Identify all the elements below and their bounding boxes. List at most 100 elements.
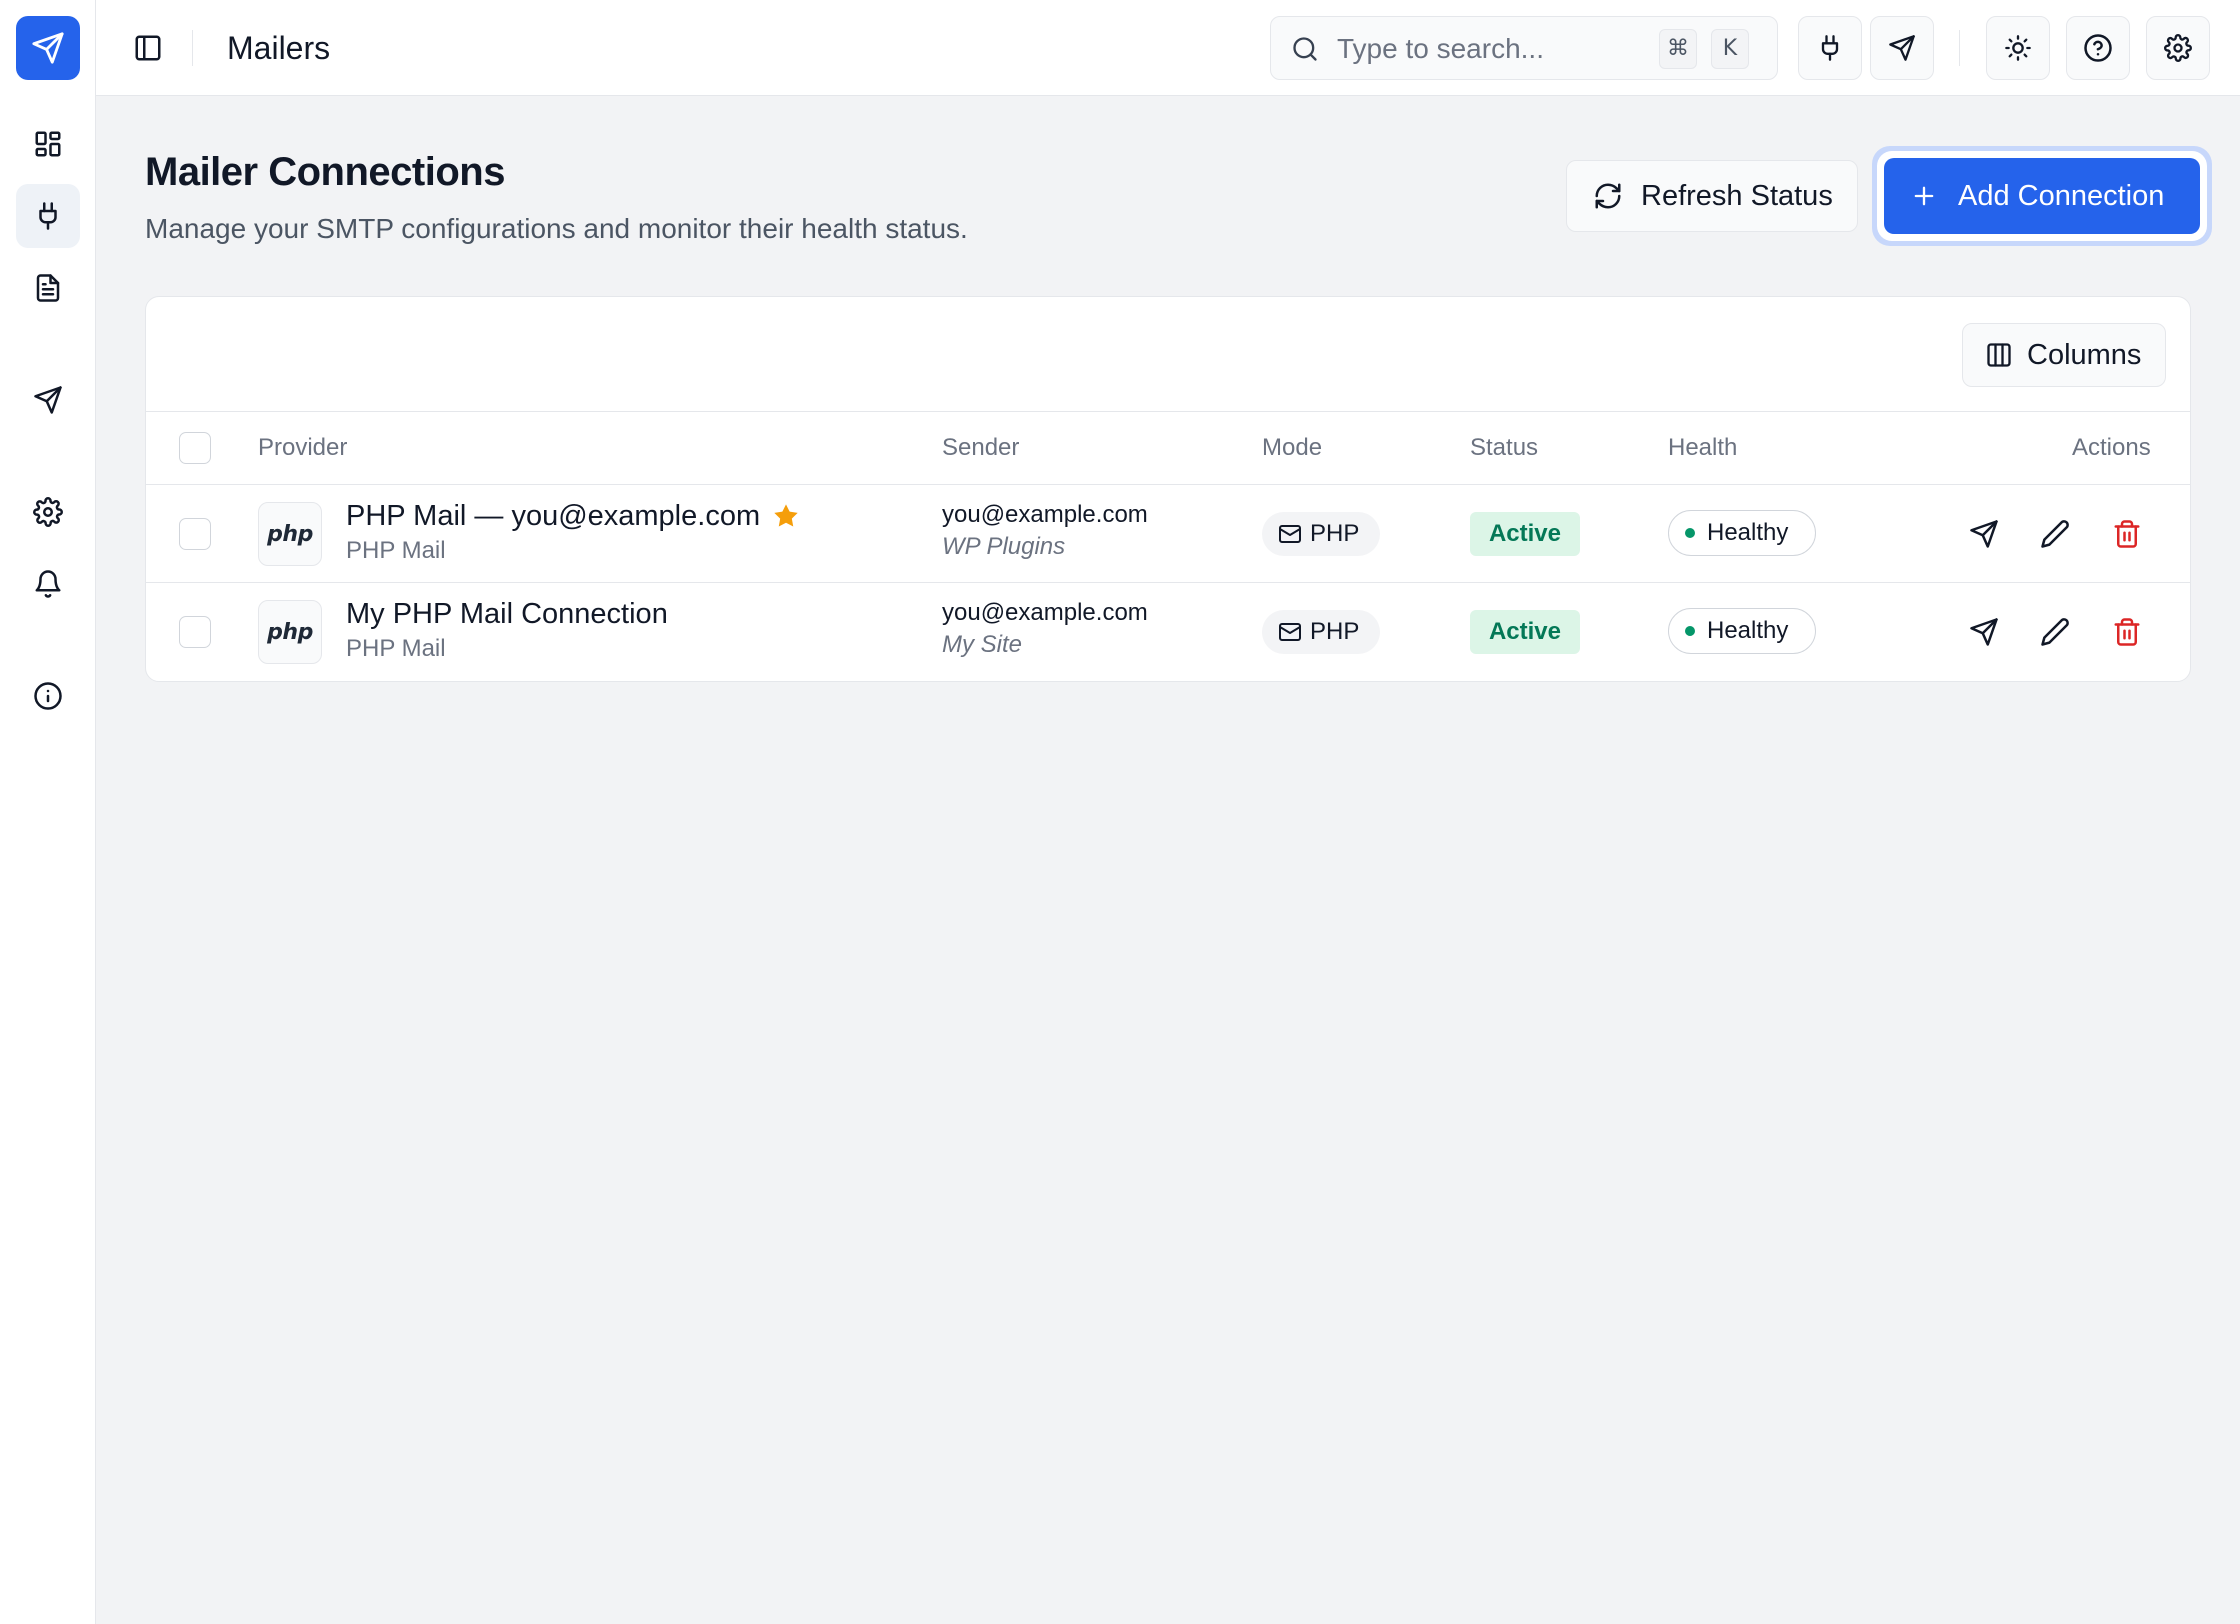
mail-icon <box>1279 525 1301 543</box>
mode-badge: PHP <box>1262 512 1380 556</box>
send-icon <box>32 32 64 64</box>
plug-icon <box>39 202 57 230</box>
bell-icon <box>35 570 61 598</box>
dashboard-icon <box>35 131 61 157</box>
page-title: Mailers <box>227 30 331 66</box>
send-test-email-button[interactable] <box>1964 514 2004 554</box>
sender-site: My Site <box>942 631 1023 658</box>
refresh-status-button[interactable]: Refresh Status <box>1566 160 1858 232</box>
provider-name[interactable]: My PHP Mail Connection <box>346 597 668 631</box>
settings-button[interactable] <box>2146 16 2210 80</box>
sidebar-item-dashboard[interactable] <box>16 112 80 176</box>
edit-button[interactable] <box>2035 514 2075 554</box>
status-badge: Active <box>1470 512 1580 556</box>
star-icon <box>774 504 798 527</box>
provider-type: PHP Mail <box>346 537 446 564</box>
sidebar-toggle-button[interactable] <box>128 28 168 68</box>
health-label: Healthy <box>1707 617 1789 644</box>
provider-name[interactable]: PHP Mail — you@example.com <box>346 499 800 533</box>
mail-icon <box>1279 623 1301 641</box>
sun-icon <box>2005 35 2031 61</box>
connections-table-card: Columns Provider Sender Mode Status Heal… <box>145 296 2191 682</box>
delete-button[interactable] <box>2107 612 2147 652</box>
divider <box>1959 30 1960 66</box>
send-icon <box>1970 618 1998 646</box>
app-logo[interactable] <box>16 16 80 80</box>
columns-icon <box>1987 343 2011 367</box>
trash-icon <box>2114 520 2140 548</box>
mode-badge: PHP <box>1262 610 1380 654</box>
php-logo: php <box>258 502 322 566</box>
plug-icon <box>1821 35 1839 61</box>
row-checkbox[interactable] <box>179 518 211 550</box>
search-icon <box>1293 37 1317 61</box>
sidebar-item-notifications[interactable] <box>16 552 80 616</box>
help-button[interactable] <box>2066 16 2130 80</box>
table-row[interactable]: php PHP Mail — you@example.com PHP Mail … <box>146 485 2190 583</box>
shortcut-key-k: K <box>1711 29 1749 69</box>
document-icon <box>36 274 60 302</box>
section-title: Mailer Connections <box>145 150 505 194</box>
edit-button[interactable] <box>2035 612 2075 652</box>
send-test-button[interactable] <box>1870 16 1934 80</box>
search-placeholder: Type to search... <box>1337 33 1544 64</box>
columns-button[interactable]: Columns <box>1962 323 2166 387</box>
column-header-sender[interactable]: Sender <box>942 434 1019 462</box>
health-dot <box>1685 528 1695 538</box>
top-bar: Mailers Type to search... ⌘ K <box>96 0 2240 96</box>
connections-button[interactable] <box>1798 16 1862 80</box>
health-label: Healthy <box>1707 519 1789 546</box>
sidebar-item-connections[interactable] <box>16 184 80 248</box>
sidebar <box>0 0 96 1624</box>
mode-label: PHP <box>1310 618 1360 645</box>
sender-site: WP Plugins <box>942 533 1066 560</box>
trash-icon <box>2114 618 2140 646</box>
shortcut-key-cmd: ⌘ <box>1659 29 1697 69</box>
table-header: Provider Sender Mode Status Health Actio… <box>146 411 2190 485</box>
health-badge: Healthy <box>1668 510 1816 556</box>
pencil-icon <box>2041 618 2069 646</box>
sender-email: you@example.com <box>942 501 1148 528</box>
divider <box>192 30 193 66</box>
column-header-mode[interactable]: Mode <box>1262 434 1322 462</box>
gear-icon <box>33 497 63 527</box>
column-header-actions: Actions <box>2072 434 2151 461</box>
gear-icon <box>2164 34 2192 62</box>
send-icon <box>1970 520 1998 548</box>
help-icon <box>2084 34 2112 62</box>
health-badge: Healthy <box>1668 608 1816 654</box>
sidebar-item-send-test[interactable] <box>16 368 80 432</box>
health-dot <box>1685 626 1695 636</box>
add-connection-button[interactable]: Add Connection <box>1884 158 2200 234</box>
provider-name-text: My PHP Mail Connection <box>346 598 668 630</box>
columns-label: Columns <box>2027 338 2142 371</box>
column-header-provider[interactable]: Provider <box>258 434 347 462</box>
column-header-health[interactable]: Health <box>1668 434 1737 462</box>
section-subtitle: Manage your SMTP configurations and moni… <box>145 213 968 244</box>
row-checkbox[interactable] <box>179 616 211 648</box>
send-icon <box>34 386 62 414</box>
pencil-icon <box>2041 520 2069 548</box>
plus-icon <box>1914 186 1934 206</box>
table-row[interactable]: php My PHP Mail Connection PHP Mail you@… <box>146 583 2190 681</box>
search-input[interactable]: Type to search... ⌘ K <box>1270 16 1778 80</box>
add-connection-label: Add Connection <box>1958 179 2165 212</box>
provider-type: PHP Mail <box>346 635 446 662</box>
refresh-icon <box>1595 183 1621 209</box>
status-badge: Active <box>1470 610 1580 654</box>
delete-button[interactable] <box>2107 514 2147 554</box>
theme-toggle-button[interactable] <box>1986 16 2050 80</box>
sidebar-item-settings[interactable] <box>16 480 80 544</box>
refresh-status-label: Refresh Status <box>1641 179 1833 212</box>
send-icon <box>1889 35 1915 61</box>
mode-label: PHP <box>1310 520 1360 547</box>
column-header-status[interactable]: Status <box>1470 434 1538 462</box>
php-logo: php <box>258 600 322 664</box>
panel-left-icon <box>135 35 161 61</box>
sidebar-item-about[interactable] <box>16 664 80 728</box>
sender-email: you@example.com <box>942 599 1148 626</box>
send-test-email-button[interactable] <box>1964 612 2004 652</box>
select-all-checkbox[interactable] <box>179 432 211 464</box>
sidebar-item-logs[interactable] <box>16 256 80 320</box>
provider-name-text: PHP Mail — you@example.com <box>346 500 761 532</box>
